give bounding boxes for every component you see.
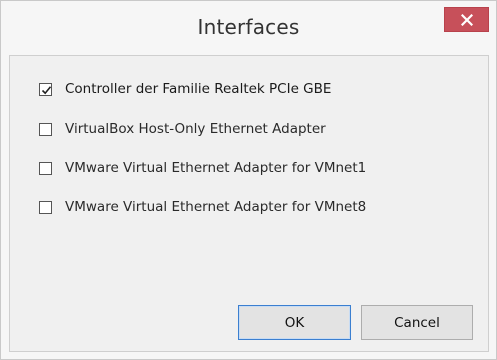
interface-checkbox-vmnet1[interactable] — [39, 161, 52, 175]
interface-item-realtek[interactable]: Controller der Familie Realtek PCIe GBE — [39, 80, 331, 98]
ok-button[interactable]: OK — [238, 305, 351, 340]
interface-checkbox-realtek[interactable] — [39, 82, 52, 96]
interface-label: VMware Virtual Ethernet Adapter for VMne… — [65, 160, 367, 176]
interface-item-vmnet8[interactable]: VMware Virtual Ethernet Adapter for VMne… — [39, 198, 366, 216]
interface-item-virtualbox[interactable]: VirtualBox Host-Only Ethernet Adapter — [39, 120, 326, 138]
interface-checkbox-vmnet8[interactable] — [39, 200, 52, 214]
checkmark-icon — [41, 85, 52, 94]
cancel-button[interactable]: Cancel — [361, 305, 473, 340]
interfaces-dialog: Interfaces Controller der Familie Realte… — [0, 0, 497, 360]
close-icon — [460, 13, 473, 26]
close-button[interactable] — [444, 7, 489, 32]
interface-item-vmnet1[interactable]: VMware Virtual Ethernet Adapter for VMne… — [39, 159, 366, 177]
interface-checkbox-virtualbox[interactable] — [39, 122, 52, 136]
interface-label: Controller der Familie Realtek PCIe GBE — [65, 81, 332, 97]
interface-label: VirtualBox Host-Only Ethernet Adapter — [65, 121, 326, 137]
title-bar[interactable]: Interfaces — [1, 1, 496, 53]
dialog-title: Interfaces — [197, 15, 300, 39]
interface-label: VMware Virtual Ethernet Adapter for VMne… — [65, 199, 367, 215]
